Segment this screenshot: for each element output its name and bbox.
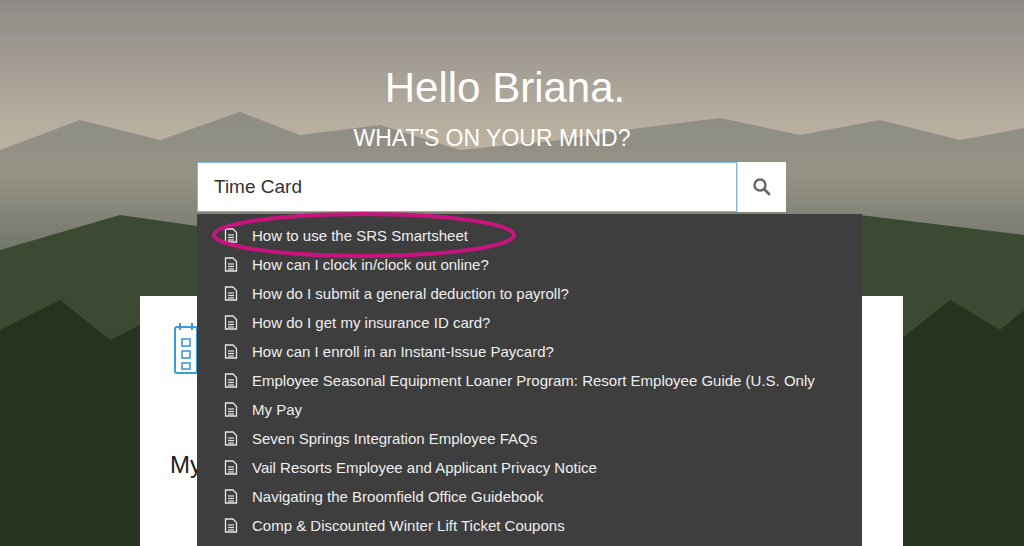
search-input[interactable] xyxy=(197,162,737,212)
suggestion-item[interactable]: How do I get my insurance ID card? xyxy=(197,308,862,337)
suggestion-item[interactable]: Employee Seasonal Equipment Loaner Progr… xyxy=(197,366,862,395)
document-icon xyxy=(224,489,238,504)
suggestion-label: How can I enroll in an Instant-Issue Pay… xyxy=(252,343,554,360)
suggestion-label: How can I clock in/clock out online? xyxy=(252,256,489,273)
document-icon xyxy=(224,373,238,388)
suggestion-label: Navigating the Broomfield Office Guidebo… xyxy=(252,488,544,505)
search-button[interactable] xyxy=(737,162,786,212)
suggestion-label: Comp & Discounted Winter Lift Ticket Cou… xyxy=(252,517,565,534)
suggestion-label: How to use the SRS Smartsheet xyxy=(252,227,468,244)
hero: Hello Briana. WHAT'S ON YOUR MIND? How t… xyxy=(0,0,1024,212)
portal-page: Hello Briana. WHAT'S ON YOUR MIND? How t… xyxy=(0,0,1024,546)
document-icon xyxy=(224,228,238,243)
document-icon xyxy=(224,402,238,417)
suggestion-label: Vail Resorts Employee and Applicant Priv… xyxy=(252,459,597,476)
calendar-icon xyxy=(173,321,199,375)
suggestion-label: My Pay xyxy=(252,401,302,418)
search-bar: How to use the SRS Smartsheet How can I … xyxy=(197,162,786,212)
magnifier-icon xyxy=(752,177,772,197)
suggestion-list: How to use the SRS Smartsheet How can I … xyxy=(197,214,862,546)
document-icon xyxy=(224,431,238,446)
document-icon xyxy=(224,518,238,533)
document-icon xyxy=(224,257,238,272)
suggestion-item[interactable]: How can I clock in/clock out online? xyxy=(197,250,862,279)
suggestion-item[interactable]: Comp & Discounted Winter Lift Ticket Cou… xyxy=(197,511,862,540)
document-icon xyxy=(224,315,238,330)
document-icon xyxy=(224,460,238,475)
greeting: Hello Briana. xyxy=(385,62,625,114)
suggestion-item[interactable]: Seven Springs Integration Employee FAQs xyxy=(197,424,862,453)
suggestion-item[interactable]: My Pay xyxy=(197,395,862,424)
suggestion-item[interactable]: How do I submit a general deduction to p… xyxy=(197,279,862,308)
suggestion-item[interactable]: Vail Resorts Employee and Applicant Priv… xyxy=(197,453,862,482)
suggestion-label: How do I submit a general deduction to p… xyxy=(252,285,569,302)
suggestion-item[interactable]: Navigating the Broomfield Office Guidebo… xyxy=(197,482,862,511)
suggestion-item[interactable]: How can I enroll in an Instant-Issue Pay… xyxy=(197,337,862,366)
prompt: WHAT'S ON YOUR MIND? xyxy=(354,124,631,152)
annotation-ellipse-icon xyxy=(211,211,517,259)
suggestion-label: Employee Seasonal Equipment Loaner Progr… xyxy=(252,372,815,389)
document-icon xyxy=(224,286,238,301)
suggestion-label: Seven Springs Integration Employee FAQs xyxy=(252,430,537,447)
document-icon xyxy=(224,344,238,359)
suggestion-item[interactable]: How to use the SRS Smartsheet xyxy=(197,221,862,250)
suggestion-label: How do I get my insurance ID card? xyxy=(252,314,490,331)
